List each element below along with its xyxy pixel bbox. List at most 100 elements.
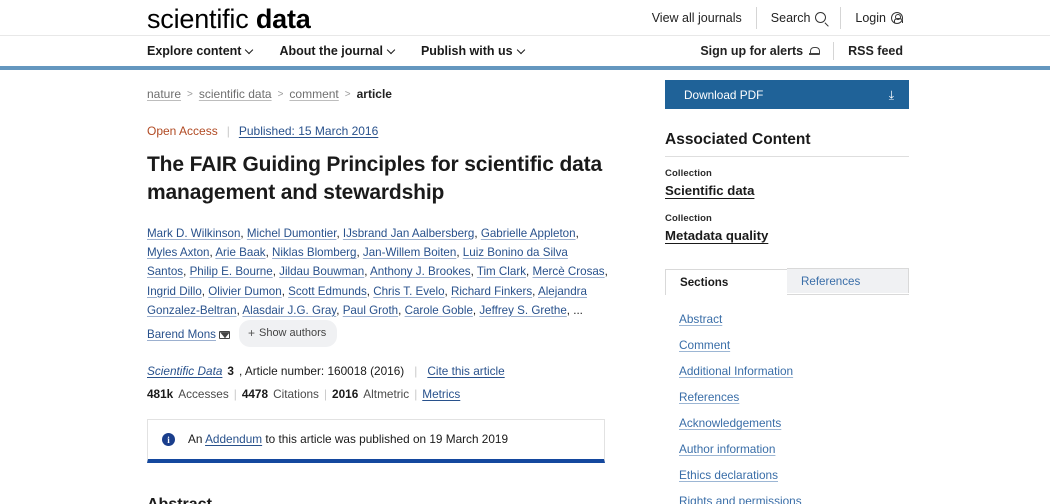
site-logo[interactable]: scientific data bbox=[147, 2, 311, 33]
cite-this-article-link[interactable]: Cite this article bbox=[427, 364, 504, 378]
show-authors-button[interactable]: + Show authors bbox=[238, 320, 338, 348]
toc-item-ethics-declarations[interactable]: Ethics declarations bbox=[665, 462, 909, 488]
abstract-heading: Abstract bbox=[147, 496, 605, 504]
altmetric-count: 2016 bbox=[332, 387, 359, 402]
author-list: Mark D. Wilkinson, Michel Dumontier, IJs… bbox=[147, 224, 609, 348]
author-link[interactable]: Carole Goble bbox=[405, 304, 473, 317]
author-link[interactable]: Richard Finkers bbox=[451, 285, 532, 298]
author-link[interactable]: Jan-Willem Boiten bbox=[363, 246, 456, 259]
tab-references[interactable]: References bbox=[787, 268, 909, 293]
associated-item-link[interactable]: Scientific data bbox=[665, 183, 909, 198]
addendum-notice: i An Addendum to this article was publis… bbox=[147, 419, 605, 464]
brand-light: scientific bbox=[147, 4, 249, 34]
author-link[interactable]: Olivier Dumon bbox=[208, 285, 281, 298]
breadcrumb-item-scientific-data[interactable]: scientific data bbox=[199, 87, 272, 101]
journal-name-link[interactable]: Scientific Data bbox=[147, 364, 222, 378]
divider: | bbox=[226, 124, 230, 138]
author-link[interactable]: Tim Clark bbox=[477, 265, 526, 278]
download-pdf-label: Download PDF bbox=[684, 87, 764, 102]
tab-sections[interactable]: Sections bbox=[665, 269, 787, 295]
search-button[interactable]: Search bbox=[755, 6, 841, 29]
search-label: Search bbox=[770, 10, 811, 25]
associated-item-link[interactable]: Metadata quality bbox=[665, 228, 909, 243]
divider: | bbox=[233, 387, 237, 402]
author-link[interactable]: Mercè Crosas bbox=[532, 265, 604, 278]
toc-item-rights-and-permissions[interactable]: Rights and permissions bbox=[665, 488, 909, 504]
chevron-down-icon bbox=[245, 45, 254, 54]
nav-explore-content[interactable]: Explore content bbox=[147, 44, 254, 58]
addendum-text: An Addendum to this article was publishe… bbox=[188, 432, 508, 446]
sidebar-column: Download PDF ⤓ Associated Content Collec… bbox=[665, 70, 909, 504]
breadcrumb-item-nature[interactable]: nature bbox=[147, 87, 181, 101]
published-date-link[interactable]: Published: 15 March 2016 bbox=[239, 124, 378, 138]
breadcrumb-separator: > bbox=[187, 88, 193, 100]
toc-item-author-information[interactable]: Author information bbox=[665, 436, 909, 462]
rss-feed-label: RSS feed bbox=[848, 44, 903, 58]
article-column: nature > scientific data > comment > art… bbox=[147, 70, 609, 504]
author-link[interactable]: Arie Baak bbox=[215, 246, 265, 259]
toc-item-comment[interactable]: Comment bbox=[665, 332, 909, 358]
toc-item-additional-information[interactable]: Additional Information bbox=[665, 358, 909, 384]
show-authors-label: Show authors bbox=[258, 327, 327, 340]
plus-icon: + bbox=[247, 326, 255, 341]
nav-publish-with-us[interactable]: Publish with us bbox=[420, 44, 525, 58]
sign-up-for-alerts-button[interactable]: Sign up for alerts bbox=[686, 42, 833, 60]
author-link[interactable]: Niklas Blomberg bbox=[272, 246, 356, 259]
rss-feed-link[interactable]: RSS feed bbox=[833, 42, 903, 60]
download-icon: ⤓ bbox=[888, 87, 894, 102]
divider: | bbox=[414, 364, 418, 379]
nav-about-the-journal-label: About the journal bbox=[279, 44, 383, 58]
author-link[interactable]: Gabrielle Appleton bbox=[481, 227, 576, 240]
accesses-count: 481k bbox=[147, 387, 174, 402]
chevron-down-icon bbox=[516, 45, 525, 54]
associated-item-kind: Collection bbox=[665, 213, 712, 224]
author-link[interactable]: Philip E. Bourne bbox=[190, 265, 273, 278]
bell-icon bbox=[809, 46, 821, 57]
toc-item-abstract[interactable]: Abstract bbox=[665, 306, 909, 332]
nav-about-the-journal[interactable]: About the journal bbox=[279, 44, 396, 58]
login-label: Login bbox=[855, 10, 886, 25]
corresponding-author-link[interactable]: Barend Mons bbox=[147, 328, 216, 341]
tab-references-label: References bbox=[801, 274, 861, 288]
author-link[interactable]: IJsbrand Jan Aalbersberg bbox=[343, 227, 474, 240]
author-link[interactable]: Jildau Bouwman bbox=[279, 265, 364, 278]
author-link[interactable]: Mark D. Wilkinson bbox=[147, 227, 240, 240]
sidebar-tabs: Sections References bbox=[665, 268, 909, 295]
view-all-journals-link[interactable]: View all journals bbox=[638, 7, 756, 29]
altmetric-label: Altmetric bbox=[363, 387, 410, 402]
addendum-link[interactable]: Addendum bbox=[205, 432, 262, 446]
author-link[interactable]: Alasdair J.G. Gray bbox=[242, 304, 336, 317]
access-line: Open Access | Published: 15 March 2016 bbox=[147, 124, 609, 138]
toc-item-references[interactable]: References bbox=[665, 384, 909, 410]
author-link[interactable]: Myles Axton bbox=[147, 246, 210, 259]
citations-count: 4478 bbox=[241, 387, 269, 402]
download-pdf-button[interactable]: Download PDF ⤓ bbox=[665, 80, 909, 109]
login-button[interactable]: Login bbox=[840, 6, 903, 29]
nav-publish-with-us-label: Publish with us bbox=[420, 44, 513, 58]
author-link[interactable]: Ingrid Dillo bbox=[147, 285, 202, 298]
authors-ellipsis: , ... bbox=[566, 303, 583, 317]
divider: | bbox=[414, 387, 418, 402]
top-utility-bar: scientific data View all journals Search… bbox=[0, 0, 1050, 35]
info-icon: i bbox=[162, 433, 175, 447]
brand-bold: data bbox=[255, 4, 311, 34]
author-link[interactable]: Michel Dumontier bbox=[247, 227, 337, 240]
breadcrumb: nature > scientific data > comment > art… bbox=[147, 87, 609, 101]
article-number: , Article number: 160018 (2016) bbox=[238, 364, 405, 379]
author-link[interactable]: Paul Groth bbox=[343, 304, 398, 317]
citations-label: Citations bbox=[273, 387, 319, 402]
metrics-link[interactable]: Metrics bbox=[422, 387, 460, 401]
author-link[interactable]: Chris T. Evelo bbox=[373, 285, 444, 298]
toc-item-acknowledgements[interactable]: Acknowledgements bbox=[665, 410, 909, 436]
author-link[interactable]: Anthony J. Brookes bbox=[370, 265, 471, 278]
breadcrumb-item-comment[interactable]: comment bbox=[289, 87, 338, 101]
author-link[interactable]: Jeffrey S. Grethe bbox=[479, 304, 566, 317]
accesses-label: Accesses bbox=[178, 387, 229, 402]
page-body: nature > scientific data > comment > art… bbox=[0, 70, 1050, 504]
envelope-icon[interactable] bbox=[218, 331, 230, 340]
search-icon bbox=[815, 12, 827, 23]
associated-content-heading: Associated Content bbox=[665, 131, 909, 157]
sign-up-for-alerts-label: Sign up for alerts bbox=[700, 44, 804, 58]
metrics-line: 481k Accesses | 4478 Citations | 2016 Altmetric… bbox=[147, 387, 609, 401]
author-link[interactable]: Scott Edmunds bbox=[288, 285, 367, 298]
